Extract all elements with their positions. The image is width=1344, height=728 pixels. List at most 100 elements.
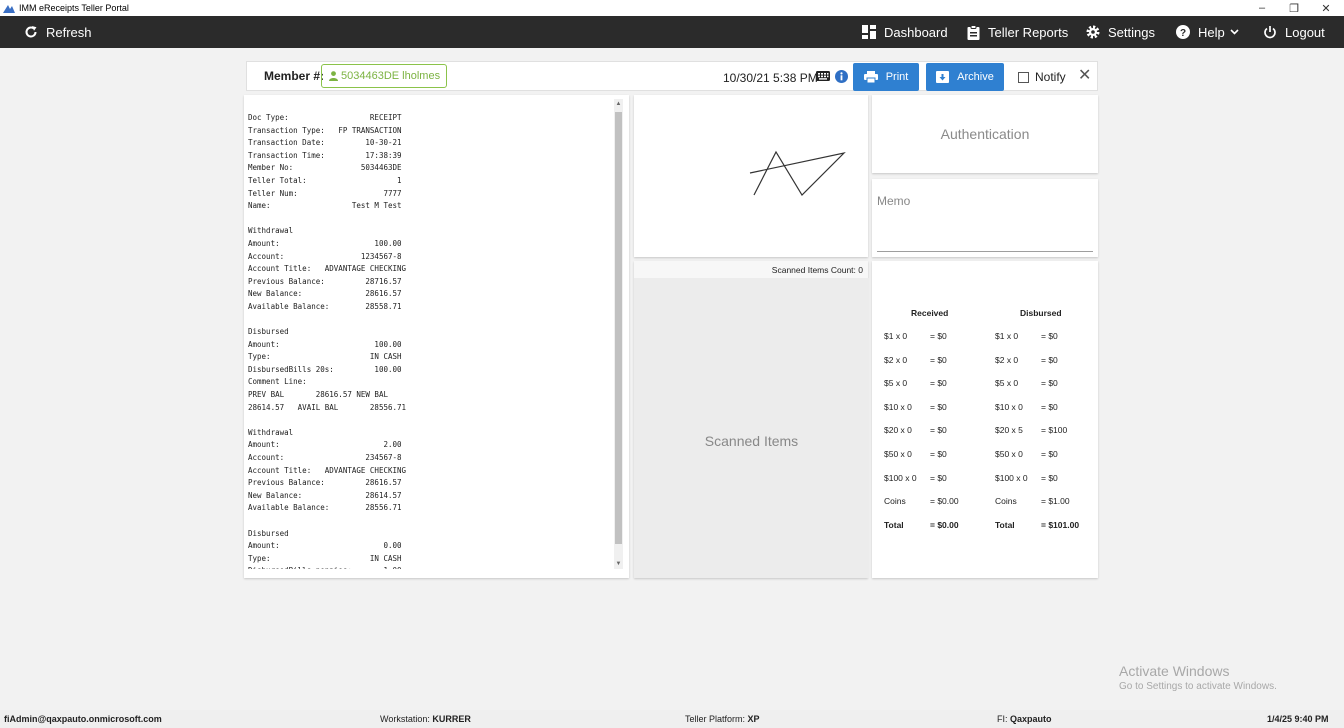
nav-teller-reports[interactable]: Teller Reports (967, 16, 1068, 48)
fi-label: FI: (997, 714, 1008, 724)
scanned-items-title: Scanned Items (704, 433, 799, 449)
teller-reports-label: Teller Reports (988, 24, 1069, 40)
signature-image (749, 150, 846, 196)
logout-label: Logout (1285, 24, 1325, 40)
disbursed-denomination: $5 x 0 (995, 378, 1019, 388)
disbursed-denomination: $20 x 5 (995, 425, 1023, 435)
disbursed-amount: = $0 (1041, 449, 1058, 459)
info-icon[interactable] (835, 70, 848, 83)
status-fi: FI: Qaxpauto (997, 714, 1052, 724)
disbursed-denomination: $50 x 0 (995, 449, 1023, 459)
activate-windows-subtitle: Go to Settings to activate Windows. (1119, 681, 1277, 692)
print-button[interactable]: Print (853, 63, 919, 91)
restore-button[interactable]: ❐ (1280, 0, 1308, 16)
status-workstation: Workstation: KURRER (380, 714, 471, 724)
disbursed-amount: = $0 (1041, 402, 1058, 412)
cash-panel: Received Disbursed $1 x 0 = $0 $1 x 0 = $0 $… (872, 261, 1098, 578)
disbursed-amount: = $0 (1041, 378, 1058, 388)
disbursed-amount: = $0 (1041, 473, 1058, 483)
signature-panel (634, 95, 868, 257)
received-amount: = $0 (930, 402, 947, 412)
help-icon: ? (1176, 25, 1190, 39)
received-denomination: $10 x 0 (884, 402, 912, 412)
fi-value: Qaxpauto (1010, 714, 1052, 724)
refresh-label: Refresh (46, 24, 92, 40)
disbursed-denomination: Total (995, 520, 1015, 530)
nav-dashboard[interactable]: Dashboard (862, 16, 948, 48)
archive-icon (936, 71, 950, 83)
dashboard-label: Dashboard (884, 24, 948, 40)
member-chip[interactable]: 5034463DE lholmes (321, 64, 447, 88)
scroll-down-icon[interactable]: ▼ (614, 561, 623, 567)
received-denomination: Total (884, 520, 904, 530)
notify-checkbox-box[interactable] (1018, 71, 1029, 83)
gear-icon (1086, 25, 1100, 39)
received-denomination: Coins (884, 496, 906, 506)
power-icon (1264, 26, 1276, 39)
authentication-title: Authentication (940, 126, 1030, 142)
received-denomination: $1 x 0 (884, 331, 908, 341)
status-datetime: 1/4/25 9:40 PM (1267, 714, 1329, 724)
keyboard-icon[interactable] (816, 71, 830, 81)
receipt-scrollbar[interactable]: ▲ ▼ (614, 99, 623, 569)
platform-label: Teller Platform: (685, 714, 746, 724)
archive-label: Archive (957, 71, 994, 83)
window-titlebar: IMM eReceipts Teller Portal (0, 0, 1344, 16)
dashboard-icon (862, 25, 876, 39)
received-amount: = $0.00 (930, 520, 959, 530)
refresh-icon (25, 26, 37, 38)
receipt-panel: Doc Type: RECEIPT Transaction Type: FP T… (244, 95, 629, 578)
nav-help[interactable]: ? Help (1176, 16, 1239, 48)
disbursed-header: Disbursed (1020, 308, 1062, 318)
top-navbar: Refresh Dashboard Teller Reports Setting… (0, 16, 1344, 48)
help-label: Help (1198, 24, 1225, 40)
received-amount: = $0 (930, 449, 947, 459)
received-amount: = $0 (930, 331, 947, 341)
minimize-button[interactable]: – (1248, 0, 1276, 16)
disbursed-amount: = $101.00 (1041, 520, 1080, 530)
nav-logout[interactable]: Logout (1263, 16, 1325, 48)
status-user: fiAdmin@qaxpauto.onmicrosoft.com (4, 714, 162, 724)
disbursed-amount: = $0 (1041, 355, 1058, 365)
scanned-items-count: Scanned Items Count: 0 (771, 265, 863, 275)
receipt-text: Doc Type: RECEIPT Transaction Type: FP T… (248, 113, 407, 569)
received-denomination: $50 x 0 (884, 449, 912, 459)
settings-label: Settings (1108, 24, 1155, 40)
authentication-panel: Authentication (872, 95, 1098, 173)
memo-label: Memo (877, 194, 911, 208)
received-denomination: $2 x 0 (884, 355, 908, 365)
member-bar: Member #: 5034463DE lholmes 10/30/21 5:3… (246, 61, 1098, 91)
memo-panel[interactable]: Memo (872, 179, 1098, 257)
received-denomination: $20 x 0 (884, 425, 912, 435)
refresh-button[interactable]: Refresh (24, 16, 92, 48)
archive-button[interactable]: Archive (926, 63, 1004, 91)
receipt-scroll-thumb[interactable] (615, 112, 622, 544)
received-header: Received (911, 308, 949, 318)
disbursed-denomination: $10 x 0 (995, 402, 1023, 412)
status-platform: Teller Platform: XP (685, 714, 760, 724)
memo-input-underline[interactable] (877, 251, 1093, 252)
disbursed-denomination: Coins (995, 496, 1017, 506)
activate-windows-title: Activate Windows (1119, 663, 1230, 679)
disbursed-denomination: $1 x 0 (995, 331, 1019, 341)
svg-text:?: ? (1180, 28, 1186, 39)
nav-settings[interactable]: Settings (1086, 16, 1155, 48)
received-amount: = $0 (930, 425, 947, 435)
workstation-value: KURRER (432, 714, 471, 724)
window-title: IMM eReceipts Teller Portal (19, 3, 129, 13)
member-chip-label: 5034463DE lholmes (341, 70, 441, 82)
scanned-items-area: Scanned Items (634, 278, 869, 578)
workstation-label: Workstation: (380, 714, 430, 724)
close-window-button[interactable]: ✕ (1312, 0, 1340, 16)
received-amount: = $0.00 (930, 496, 959, 506)
notify-label: Notify (1035, 70, 1066, 84)
scroll-up-icon[interactable]: ▲ (614, 101, 623, 107)
app-logo-icon (3, 5, 15, 13)
platform-value: XP (747, 714, 760, 724)
disbursed-denomination: $2 x 0 (995, 355, 1019, 365)
user-icon (329, 71, 338, 81)
notify-checkbox[interactable]: Notify (1018, 70, 1066, 84)
received-denomination: $100 x 0 (884, 473, 917, 483)
transaction-datetime: 10/30/21 5:38 PM (723, 71, 818, 85)
close-icon[interactable]: ✕ (1078, 68, 1091, 84)
